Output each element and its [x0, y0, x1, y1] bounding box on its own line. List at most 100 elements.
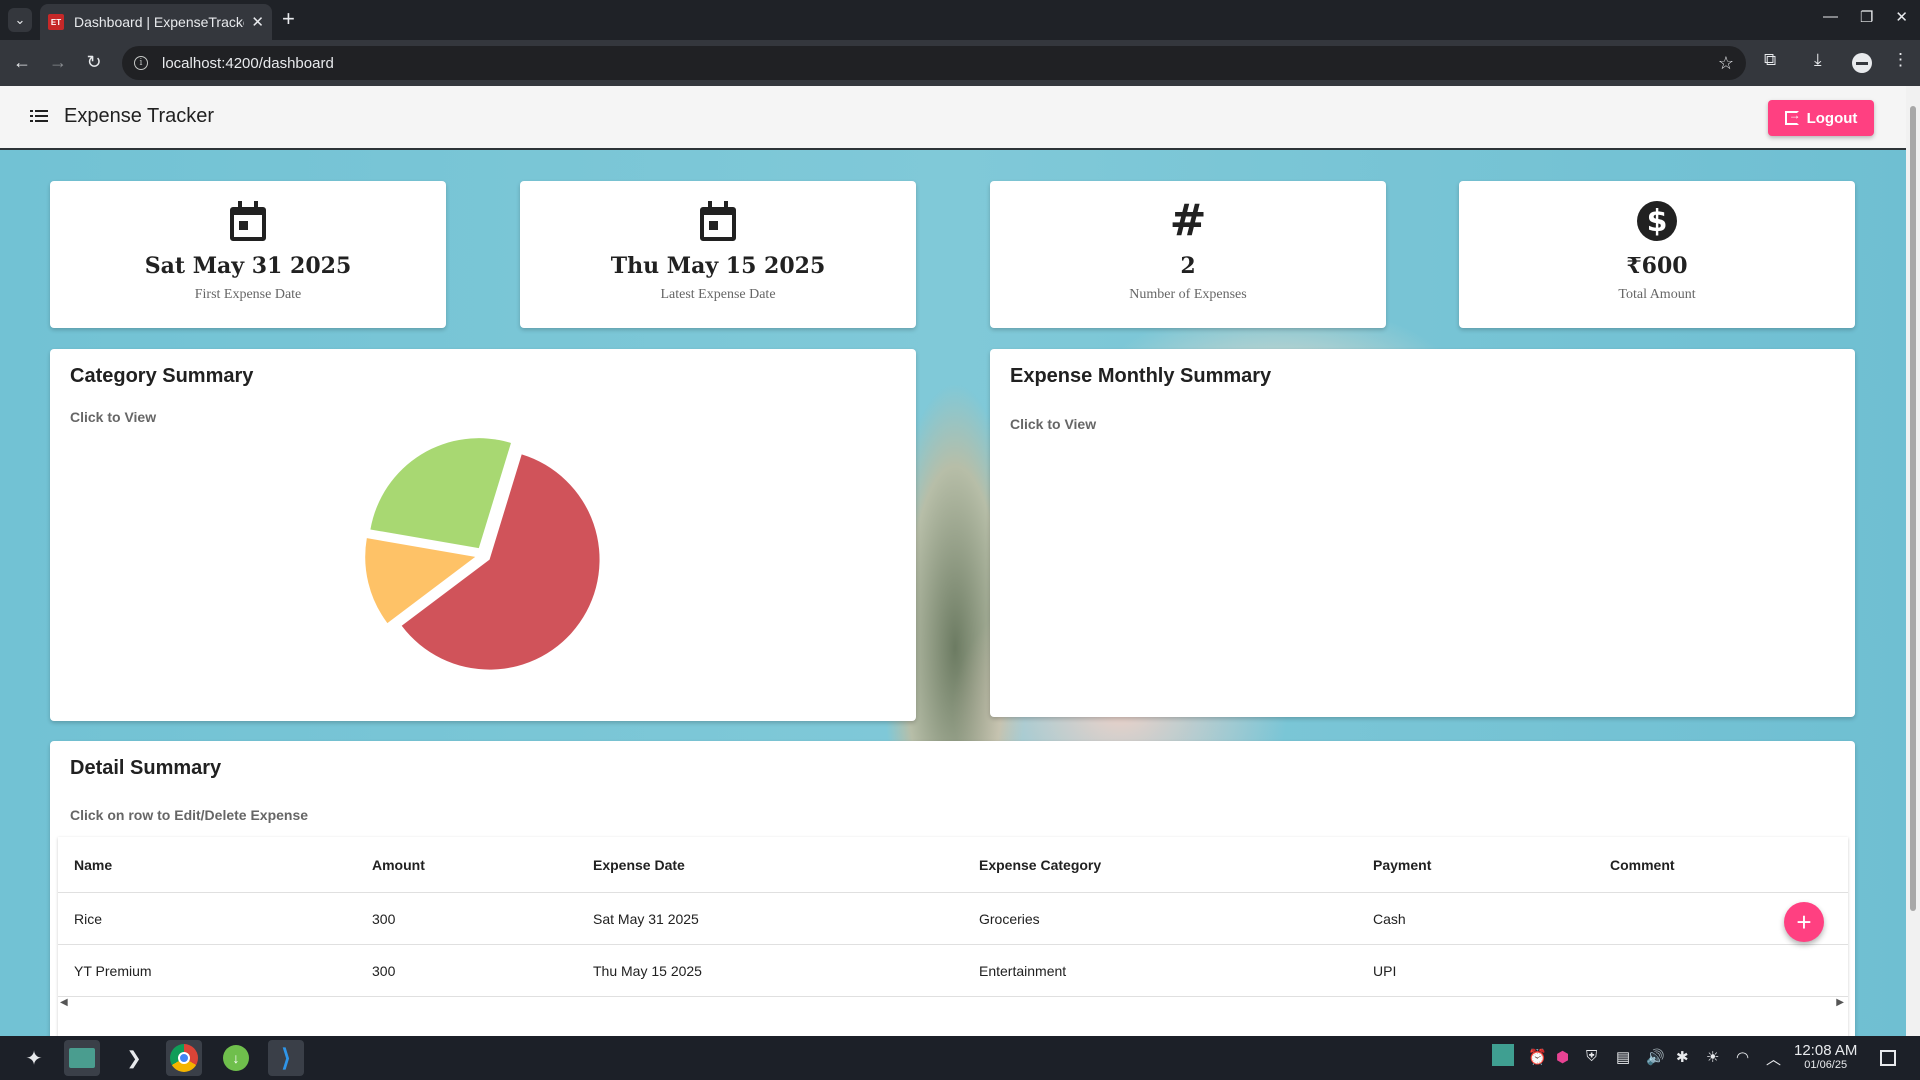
monthly-summary-card[interactable]: Expense Monthly Summary Click to View — [990, 349, 1855, 717]
stat-card-first-date: Sat May 31 2025 First Expense Date — [50, 181, 446, 328]
download-icon[interactable]: ⤓ — [1814, 50, 1822, 70]
column-header-amount[interactable]: Amount — [372, 857, 425, 873]
extensions-icon[interactable]: ⧉ — [1764, 50, 1776, 70]
tab-search-icon[interactable]: ⌄ — [8, 8, 32, 32]
favicon-icon: ET — [48, 14, 64, 30]
stat-card-latest-date: Thu May 15 2025 Latest Expense Date — [520, 181, 916, 328]
browser-menu-icon[interactable]: ⋮ — [1892, 50, 1909, 70]
dollar-icon: $ — [1637, 201, 1677, 241]
column-header-expense-category[interactable]: Expense Category — [979, 857, 1101, 873]
column-header-comment[interactable]: Comment — [1610, 857, 1675, 873]
stat-label: Latest Expense Date — [660, 287, 776, 302]
restore-icon[interactable]: ❐ — [1860, 8, 1873, 26]
chrome-icon[interactable] — [166, 1040, 202, 1076]
table-horizontal-scrollbar[interactable]: ◀ ▶ — [58, 997, 1848, 1011]
show-desktop-icon[interactable] — [1880, 1050, 1896, 1066]
volume-icon[interactable]: 🔊 — [1646, 1048, 1665, 1066]
pie-slice[interactable] — [370, 438, 511, 549]
app-tray-icon[interactable]: ⬢ — [1556, 1048, 1569, 1066]
column-header-payment[interactable]: Payment — [1373, 857, 1431, 873]
vscode-icon[interactable]: ⟩ — [268, 1040, 304, 1076]
bookmark-star-icon[interactable]: ☆ — [1718, 53, 1734, 74]
downloader-icon[interactable]: ↓ — [218, 1040, 254, 1076]
stat-card-count: # 2 Number of Expenses — [990, 181, 1386, 328]
clock-date: 01/06/25 — [1804, 1059, 1848, 1071]
calendar-icon — [700, 201, 736, 241]
page-scrollbar-thumb[interactable] — [1910, 106, 1916, 911]
add-expense-button[interactable]: + — [1784, 902, 1824, 942]
forward-icon[interactable]: → — [46, 50, 70, 74]
stat-card-total: $ ₹600 Total Amount — [1459, 181, 1855, 328]
menu-list-icon[interactable] — [30, 109, 48, 125]
category-pie-chart[interactable] — [363, 435, 603, 675]
app-header: Expense Tracker Logout — [0, 86, 1906, 150]
clock-time: 12:08 AM — [1794, 1042, 1858, 1059]
close-window-icon[interactable]: ✕ — [1895, 8, 1908, 26]
cell-name: YT Premium — [74, 963, 152, 979]
cell-expense-date: Thu May 15 2025 — [593, 963, 702, 979]
category-summary-hint: Click to View — [70, 409, 157, 425]
file-manager-icon[interactable] — [64, 1040, 100, 1076]
wifi-icon[interactable]: ◠ — [1736, 1048, 1749, 1066]
logout-label: Logout — [1806, 109, 1858, 127]
page-scrollbar[interactable] — [1906, 86, 1920, 1036]
cell-payment: UPI — [1373, 963, 1397, 979]
stat-label: Total Amount — [1618, 287, 1696, 302]
stat-value: 2 — [1180, 253, 1196, 279]
back-icon[interactable]: ← — [10, 50, 34, 74]
workspace-icon[interactable] — [1492, 1044, 1514, 1066]
system-clock[interactable]: 12:08 AM 01/06/25 — [1794, 1042, 1857, 1071]
table-row[interactable]: YT Premium 300 Thu May 15 2025 Entertain… — [58, 945, 1848, 997]
category-summary-card[interactable]: Category Summary Click to View — [50, 349, 916, 721]
detail-summary-title: Detail Summary — [70, 757, 222, 779]
cell-payment: Cash — [1373, 911, 1406, 927]
security-shield-icon[interactable]: ⛨ — [1586, 1048, 1597, 1065]
table-row[interactable]: Rice 300 Sat May 31 2025 Groceries Cash — [58, 893, 1848, 945]
bluetooth-icon[interactable]: ✱ — [1676, 1048, 1689, 1066]
column-header-name[interactable]: Name — [74, 857, 112, 873]
browser-tabbar: ⌄ ET Dashboard | ExpenseTracker ✕ + — ❐ … — [0, 0, 1920, 40]
detail-summary-hint: Click on row to Edit/Delete Expense — [70, 807, 309, 823]
url-text: localhost:4200/dashboard — [162, 54, 334, 72]
cell-amount: 300 — [372, 911, 396, 927]
stat-value: Sat May 31 2025 — [144, 253, 352, 279]
window-controls: — ❐ ✕ — [1823, 8, 1908, 26]
tray-expand-icon[interactable]: ︿ — [1766, 1048, 1781, 1069]
minimize-icon[interactable]: — — [1823, 8, 1838, 26]
tab-title: Dashboard | ExpenseTracker — [74, 14, 244, 30]
clipboard-icon[interactable]: ▤ — [1616, 1048, 1630, 1066]
brightness-icon[interactable]: ☀ — [1706, 1048, 1719, 1066]
reload-icon[interactable]: ↻ — [82, 50, 106, 74]
stat-label: Number of Expenses — [1129, 287, 1247, 302]
stat-value: ₹600 — [1626, 253, 1688, 279]
scroll-left-icon[interactable]: ◀ — [60, 997, 68, 1008]
profile-icon[interactable] — [1852, 53, 1872, 73]
new-tab-icon[interactable]: + — [282, 8, 295, 30]
site-info-icon[interactable]: i — [134, 56, 148, 70]
os-taskbar: ✦ ❯ ↓ ⟩ ⏰ ⬢ ⛨ ▤ 🔊 ✱ ☀ ◠ ︿ 12:08 AM 01/06… — [0, 1036, 1920, 1080]
app-launcher-icon[interactable]: ✦ — [16, 1040, 52, 1076]
app-title: Expense Tracker — [64, 105, 215, 127]
scroll-right-icon[interactable]: ▶ — [1836, 997, 1844, 1008]
browser-tab-dashboard[interactable]: ET Dashboard | ExpenseTracker ✕ — [40, 4, 272, 40]
cell-amount: 300 — [372, 963, 396, 979]
hash-icon: # — [1169, 195, 1207, 246]
cell-expense-category: Groceries — [979, 911, 1040, 927]
logout-button[interactable]: Logout — [1768, 100, 1874, 136]
cell-expense-date: Sat May 31 2025 — [593, 911, 699, 927]
tab-close-icon[interactable]: ✕ — [251, 13, 264, 31]
browser-toolbar: ← → ↻ i localhost:4200/dashboard ☆ ⧉ ⤓ ⋮ — [0, 40, 1920, 86]
page-viewport: Expense Tracker Logout Sat May 31 2025 F… — [0, 86, 1906, 1036]
detail-summary-card: Detail Summary Click on row to Edit/Dele… — [50, 741, 1855, 1036]
address-bar[interactable]: i localhost:4200/dashboard ☆ — [122, 46, 1746, 80]
logout-icon — [1784, 108, 1801, 125]
monthly-summary-title: Expense Monthly Summary — [1010, 365, 1272, 387]
monthly-summary-hint: Click to View — [1010, 416, 1097, 432]
column-header-expense-date[interactable]: Expense Date — [593, 857, 685, 873]
notifications-icon[interactable]: ⏰ — [1528, 1048, 1547, 1066]
expense-table: Name Amount Expense Date Expense Categor… — [58, 837, 1848, 1036]
category-summary-title: Category Summary — [70, 365, 254, 387]
stat-label: First Expense Date — [194, 287, 302, 302]
terminal-icon[interactable]: ❯ — [116, 1040, 152, 1076]
stat-value: Thu May 15 2025 — [610, 253, 826, 279]
